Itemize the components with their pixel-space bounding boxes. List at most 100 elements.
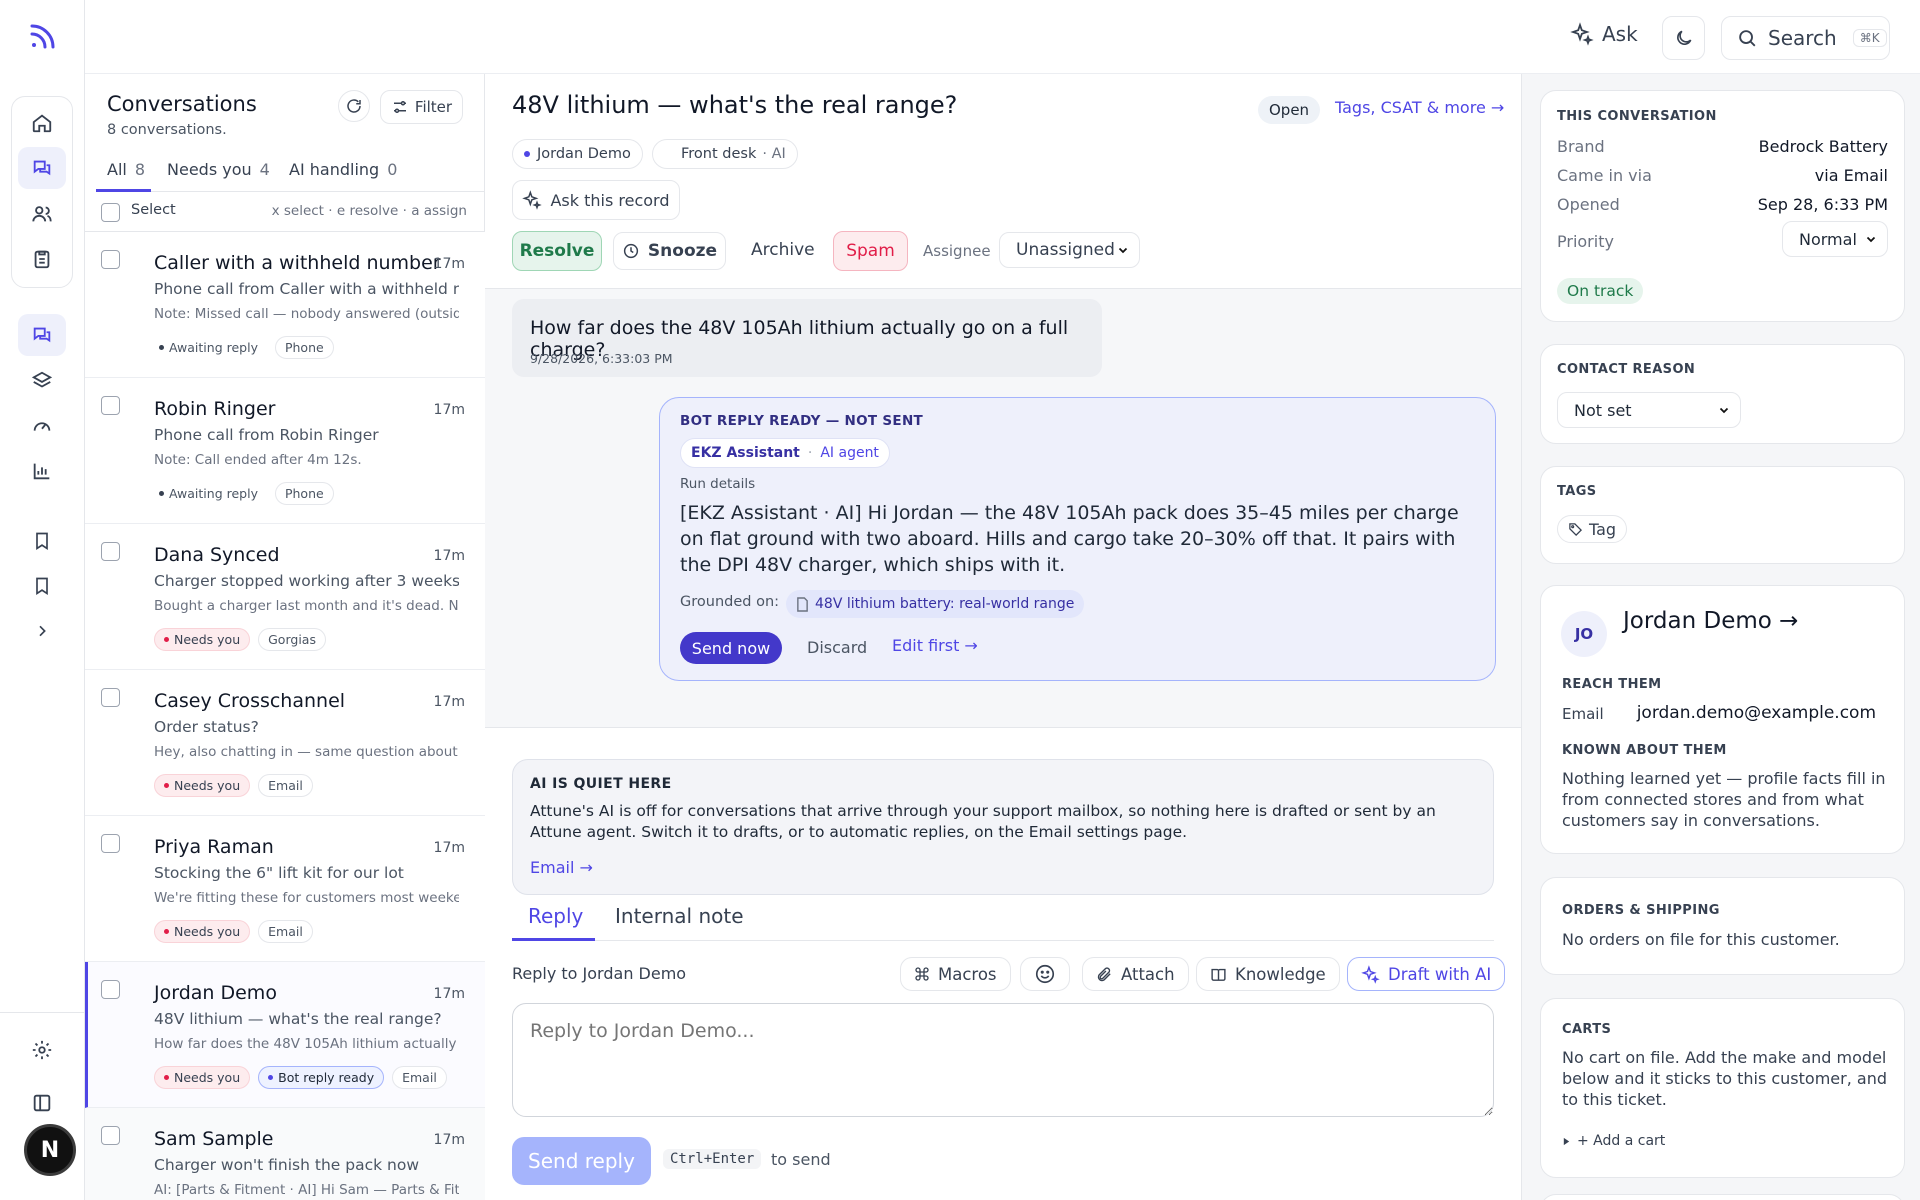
list-item-selected[interactable]: Jordan Demo 17m 48V lithium — what's the… <box>85 962 485 1108</box>
contact-reason-select[interactable]: Not set <box>1557 392 1741 428</box>
knowledge-label: Knowledge <box>1235 964 1326 984</box>
select-all-checkbox[interactable] <box>101 203 120 222</box>
conversation-preview: Note: Call ended after 4m 12s. <box>154 452 362 468</box>
archive-button[interactable]: Archive <box>751 240 815 260</box>
tab-active-underline <box>96 189 151 192</box>
discard-button[interactable]: Discard <box>807 638 867 657</box>
priority-value: Normal <box>1799 229 1857 249</box>
chats-icon[interactable] <box>18 314 66 356</box>
inbox-icon[interactable] <box>18 147 66 189</box>
grounded-label: Grounded on: <box>680 594 780 610</box>
attach-button[interactable]: Attach <box>1082 957 1189 991</box>
row-checkbox[interactable] <box>101 980 120 999</box>
ai-quiet-notice: AI IS QUIET HERE Attune's AI is off for … <box>512 759 1494 895</box>
draft-with-ai-button[interactable]: Draft with AI <box>1347 957 1506 991</box>
ask-label: Ask <box>1602 22 1638 46</box>
customer-avatar: JO <box>1561 611 1607 657</box>
email-settings-link[interactable]: Email → <box>530 858 593 877</box>
tab-count: 4 <box>259 160 270 179</box>
chevron-right-icon[interactable] <box>18 610 66 652</box>
send-now-button[interactable]: Send now <box>680 632 782 664</box>
refresh-icon <box>347 99 361 113</box>
edit-first-link[interactable]: Edit first → <box>892 636 978 655</box>
row-checkbox[interactable] <box>101 688 120 707</box>
run-details-link[interactable]: Run details <box>680 476 755 492</box>
add-tag-button[interactable]: Tag <box>1557 515 1628 543</box>
status-badge[interactable]: Open <box>1258 96 1321 124</box>
status-badge: Awaiting reply <box>154 482 267 505</box>
badge-row: Needs you Email <box>154 920 313 943</box>
row-checkbox[interactable] <box>101 396 120 415</box>
theme-toggle-button[interactable] <box>1662 16 1705 60</box>
row-checkbox[interactable] <box>101 1126 120 1145</box>
tab-ai-handling[interactable]: AI handling 0 <box>289 160 397 179</box>
macros-button[interactable]: Macros <box>900 957 1011 991</box>
list-item[interactable]: Sam Sample 17m Charger won't finish the … <box>85 1108 485 1200</box>
status-badge: Needs you <box>154 628 251 651</box>
conversation-preview: How far does the 48V 105Ah lithium actua… <box>154 1036 459 1052</box>
refresh-button[interactable] <box>338 90 370 122</box>
add-cart-toggle[interactable]: + Add a cart <box>1562 1133 1665 1149</box>
tab-reply[interactable]: Reply <box>528 904 583 928</box>
customer-name-link[interactable]: Jordan Demo → <box>1623 608 1798 634</box>
agent-separator: · <box>807 445 813 461</box>
brand-key: Brand <box>1557 137 1605 156</box>
tags-card: TAGS Tag <box>1540 466 1905 564</box>
agent-chip: EKZ Assistant · AI agent <box>680 438 890 468</box>
triangle-right-icon <box>1563 1137 1570 1145</box>
user-avatar[interactable]: N <box>24 1124 76 1176</box>
grounded-source-chip[interactable]: 48V lithium battery: real-world range <box>786 590 1085 618</box>
conversation-subject: Phone call from Caller with a withheld n… <box>154 280 459 298</box>
agent-type: AI agent <box>820 445 879 461</box>
row-checkbox[interactable] <box>101 542 120 561</box>
contact-reason-value: Not set <box>1574 400 1632 420</box>
layers-icon[interactable] <box>18 360 66 402</box>
list-item[interactable]: Caller with a withheld number 17m Phone … <box>85 232 485 378</box>
saved-views-icon[interactable] <box>18 565 66 607</box>
list-item[interactable]: Robin Ringer 17m Phone call from Robin R… <box>85 378 485 524</box>
knowledge-button[interactable]: Knowledge <box>1196 957 1340 991</box>
conversation-time: 17m <box>433 1132 465 1148</box>
emoji-button[interactable] <box>1020 957 1070 991</box>
priority-select[interactable]: Normal <box>1782 221 1888 257</box>
list-item[interactable]: Priya Raman 17m Stocking the 6" lift kit… <box>85 816 485 962</box>
tab-internal-note[interactable]: Internal note <box>615 904 744 928</box>
ask-button[interactable]: Ask <box>1570 22 1638 46</box>
tab-label: All <box>107 160 127 179</box>
assignee-select[interactable]: Unassigned <box>999 232 1140 268</box>
search-button[interactable]: Search ⌘K <box>1721 16 1890 60</box>
this-conversation-card: THIS CONVERSATION Brand Bedrock Battery C… <box>1540 90 1905 322</box>
clipboard-icon[interactable] <box>18 238 66 280</box>
tags-csat-link[interactable]: Tags, CSAT & more → <box>1335 98 1504 117</box>
filter-button[interactable]: Filter <box>380 90 463 124</box>
settings-icon[interactable] <box>18 1029 66 1071</box>
contact-chip[interactable]: Jordan Demo <box>512 139 643 169</box>
row-checkbox[interactable] <box>101 834 120 853</box>
tab-needs-you[interactable]: Needs you 4 <box>167 160 270 179</box>
customers-icon[interactable] <box>18 193 66 235</box>
home-icon[interactable] <box>18 102 66 144</box>
email-value[interactable]: jordan.demo@example.com <box>1637 703 1876 723</box>
bookmark-icon[interactable] <box>18 520 66 562</box>
sparkle-icon <box>522 190 543 210</box>
row-checkbox[interactable] <box>101 250 120 269</box>
ask-this-record-button[interactable]: Ask this record <box>512 180 680 220</box>
gauge-icon[interactable] <box>18 405 66 447</box>
list-item[interactable]: Casey Crosschannel 17m Order status? Hey… <box>85 670 485 816</box>
book-icon <box>1211 968 1226 981</box>
reply-textarea[interactable] <box>512 1003 1494 1117</box>
badge-row: Needs you Gorgias <box>154 628 326 651</box>
ask-this-record-label: Ask this record <box>550 190 670 210</box>
bot-reply-text: [EKZ Assistant · AI] Hi Jordan — the 48V… <box>680 502 1459 576</box>
list-item[interactable]: Dana Synced 17m Charger stopped working … <box>85 524 485 670</box>
send-reply-button[interactable]: Send reply <box>512 1137 651 1185</box>
chart-icon[interactable] <box>18 450 66 492</box>
spam-button[interactable]: Spam <box>833 231 908 271</box>
resolve-button[interactable]: Resolve <box>512 231 602 271</box>
desk-chip[interactable]: Front desk · AI <box>652 139 798 169</box>
conversation-time: 17m <box>433 548 465 564</box>
attach-label: Attach <box>1121 964 1175 984</box>
snooze-button[interactable]: Snooze <box>613 232 726 270</box>
tab-all[interactable]: All 8 <box>107 160 145 179</box>
sidebar-toggle-icon[interactable] <box>18 1082 66 1124</box>
